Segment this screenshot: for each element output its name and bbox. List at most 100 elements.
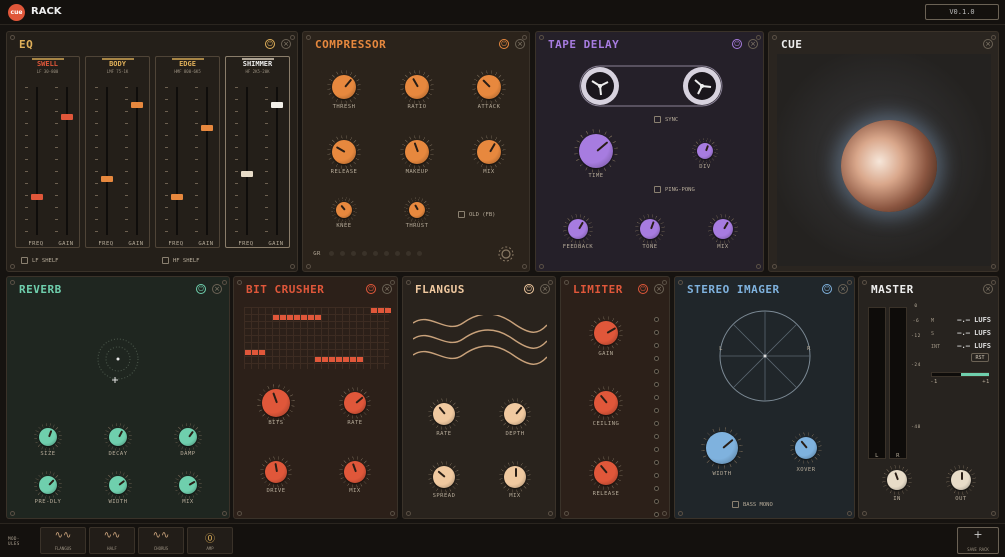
- limiter-ceiling-label: CEILING: [592, 421, 620, 427]
- crusher-bits-knob[interactable]: [262, 389, 290, 417]
- bit-crusher-close-icon[interactable]: ×: [382, 284, 392, 294]
- flangus-spread-knob[interactable]: [433, 466, 455, 488]
- module-thumb-flangus[interactable]: ∿∿ FLANGUS: [40, 527, 86, 554]
- meter-scale-label: -24: [911, 363, 921, 368]
- comp-attack-knob[interactable]: [477, 75, 501, 99]
- screw: [10, 264, 15, 269]
- crusher-mix-knob[interactable]: [344, 461, 366, 483]
- freq-fader[interactable]: [171, 193, 183, 200]
- gain-fader[interactable]: [131, 101, 143, 108]
- module-thumb-half[interactable]: ∿∿ HALF: [89, 527, 135, 554]
- compressor-power-icon[interactable]: ⏻: [499, 39, 509, 49]
- tape-delay-power-icon[interactable]: ⏻: [732, 39, 742, 49]
- flangus-close-icon[interactable]: ×: [540, 284, 550, 294]
- flangus-power-icon[interactable]: ⏻: [524, 284, 534, 294]
- reverb-pre-dly-label: PRE-DLY: [34, 499, 62, 505]
- comp-knee-knob[interactable]: [336, 202, 352, 218]
- comp-thresh-knob[interactable]: [332, 75, 356, 99]
- bass-mono-checkbox[interactable]: BASS MONO: [732, 501, 773, 508]
- reverb-size-knob[interactable]: [39, 428, 57, 446]
- lufs-int-label: INT: [931, 344, 941, 350]
- limiter-power-icon[interactable]: ⏻: [638, 284, 648, 294]
- comp-ratio-indicator: [412, 78, 419, 88]
- reset-button[interactable]: RST: [971, 353, 989, 362]
- limiter-gain-knob[interactable]: [594, 321, 618, 345]
- master-out-knob[interactable]: [951, 470, 971, 490]
- flangus-mix-knob[interactable]: [504, 466, 526, 488]
- save-rack-button[interactable]: + SAVE RACK: [957, 527, 999, 554]
- reverb-mix-knob[interactable]: [179, 476, 197, 494]
- screw: [991, 35, 996, 40]
- freq-track: [36, 87, 38, 235]
- reverb-power-icon[interactable]: ⏻: [196, 284, 206, 294]
- lf-shelf-checkbox[interactable]: LF SHELF: [21, 257, 59, 264]
- ping-pong-checkbox[interactable]: PING-PONG: [654, 186, 695, 193]
- freq-fader[interactable]: [101, 175, 113, 182]
- stereo-imager-close-icon[interactable]: ×: [838, 284, 848, 294]
- flangus-rate-knob[interactable]: [433, 403, 455, 425]
- master-close-icon[interactable]: ×: [983, 284, 993, 294]
- stereo-field-display: [719, 310, 811, 402]
- stereo-imager-power-icon[interactable]: ⏻: [822, 284, 832, 294]
- freq-fader[interactable]: [241, 171, 253, 178]
- comp-thresh-label: THRESH: [332, 104, 356, 110]
- screw: [847, 511, 852, 516]
- master-in-knob[interactable]: [887, 470, 907, 490]
- imager-width-knob[interactable]: [706, 432, 738, 464]
- eq-close-icon[interactable]: ×: [281, 39, 291, 49]
- limiter-release-knob[interactable]: [594, 461, 618, 485]
- settings-gear-icon[interactable]: [497, 245, 515, 263]
- comp-release-knob[interactable]: [332, 140, 356, 164]
- crusher-rate-label: RATE: [347, 420, 363, 426]
- module-thumb-chorus[interactable]: ∿∿ CHORUS: [138, 527, 184, 554]
- tape-time-knob[interactable]: [579, 134, 613, 168]
- crusher-drive-knob[interactable]: [265, 461, 287, 483]
- sync-checkbox[interactable]: SYNC: [654, 116, 678, 123]
- gain-fader[interactable]: [61, 113, 73, 120]
- reverb-close-icon[interactable]: ×: [212, 284, 222, 294]
- limiter-close-icon[interactable]: ×: [654, 284, 664, 294]
- tape-tone-knob[interactable]: [640, 219, 660, 239]
- comp-thrust-knob[interactable]: [409, 202, 425, 218]
- bit-crusher-power-icon[interactable]: ⏻: [366, 284, 376, 294]
- limiter-ceiling-knob[interactable]: [594, 391, 618, 415]
- screw: [306, 264, 311, 269]
- bit-block: [357, 357, 363, 362]
- compressor-close-icon[interactable]: ×: [515, 39, 525, 49]
- flangus-depth-knob[interactable]: [504, 403, 526, 425]
- comp-ratio-label: RATIO: [407, 104, 427, 110]
- crusher-rate-knob[interactable]: [344, 392, 366, 414]
- comp-knee-indicator: [340, 204, 346, 211]
- comp-makeup-knob[interactable]: [405, 140, 429, 164]
- reverb-decay-knob[interactable]: [109, 428, 127, 446]
- tape-mix-indicator: [723, 221, 729, 230]
- tape-delay-close-icon[interactable]: ×: [748, 39, 758, 49]
- tape-feedback-knob[interactable]: [568, 219, 588, 239]
- cue-close-icon[interactable]: ×: [983, 39, 993, 49]
- reverb-pre-dly-knob[interactable]: [39, 476, 57, 494]
- comp-mix-knob[interactable]: [477, 140, 501, 164]
- tape-tone-indicator: [650, 221, 655, 230]
- module-thumb-amp[interactable]: ⓪ AMP: [187, 527, 233, 554]
- eq-power-icon[interactable]: ⏻: [265, 39, 275, 49]
- imager-xover-knob[interactable]: [795, 437, 817, 459]
- old-fb-checkbox[interactable]: OLD (FB): [458, 211, 496, 218]
- freq-fader[interactable]: [31, 193, 43, 200]
- master-in-label: IN: [893, 496, 901, 502]
- reverb-width-knob[interactable]: [109, 476, 127, 494]
- tape-mix-knob[interactable]: [713, 219, 733, 239]
- reverb-damp-knob[interactable]: [179, 428, 197, 446]
- comp-ratio-knob[interactable]: [405, 75, 429, 99]
- limiter-led: [654, 369, 659, 374]
- comp-makeup-label: MAKEUP: [405, 169, 429, 175]
- bit-block: [287, 315, 293, 320]
- gain-fader[interactable]: [271, 101, 283, 108]
- bit-block: [280, 315, 286, 320]
- hf-shelf-checkbox[interactable]: HF SHELF: [162, 257, 200, 264]
- gain-label: GAIN: [58, 241, 74, 247]
- tape-div-knob[interactable]: [697, 143, 713, 159]
- version-button[interactable]: V0.1.0: [925, 4, 999, 20]
- screw: [222, 511, 227, 516]
- gain-fader[interactable]: [201, 125, 213, 132]
- crusher-drive-label: DRIVE: [266, 488, 286, 494]
